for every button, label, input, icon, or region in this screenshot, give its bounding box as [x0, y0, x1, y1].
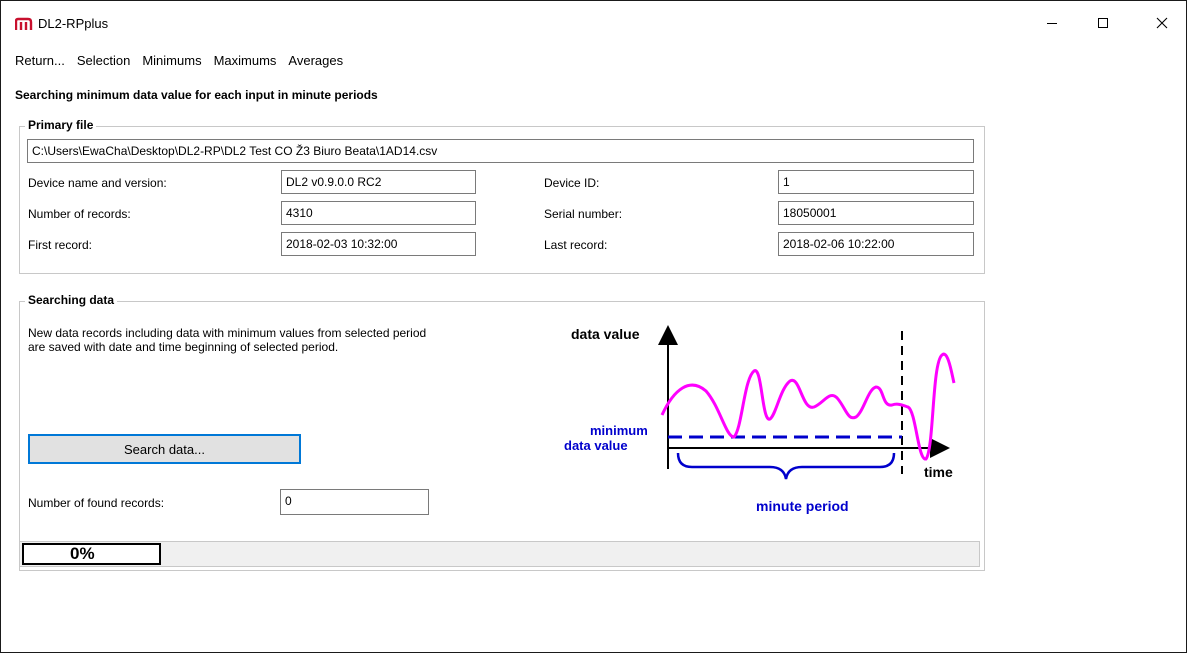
menu-bar: Return... Selection Minimums Maximums Av… — [15, 51, 355, 71]
last-record-label: Last record: — [544, 238, 608, 252]
device-id-field[interactable]: 1 — [778, 170, 974, 194]
menu-minimums[interactable]: Minimums — [142, 51, 207, 71]
minimize-icon — [1047, 23, 1057, 24]
app-window: DL2-RPplus Return... Selection Minimums … — [0, 0, 1187, 653]
y-axis-label: data value — [571, 326, 640, 342]
primary-file-title: Primary file — [25, 118, 97, 132]
description-line-2: are saved with date and time beginning o… — [28, 340, 339, 354]
maximize-button[interactable] — [1080, 1, 1126, 45]
x-axis-label: time — [924, 464, 953, 480]
period-brace — [676, 452, 896, 480]
device-id-label: Device ID: — [544, 176, 600, 190]
search-data-button[interactable]: Search data... — [28, 434, 301, 464]
window-title: DL2-RPplus — [38, 16, 109, 31]
minimize-button[interactable] — [1029, 1, 1075, 45]
menu-averages[interactable]: Averages — [288, 51, 349, 71]
minimum-period-diagram: data value time minimum data value minut… — [564, 325, 956, 514]
progress-indicator: 0% — [22, 543, 161, 565]
menu-maximums[interactable]: Maximums — [214, 51, 283, 71]
progress-bar: 0% — [19, 541, 980, 567]
close-icon — [1156, 17, 1168, 29]
device-name-field[interactable]: DL2 v0.9.0.0 RC2 — [281, 170, 476, 194]
searching-data-title: Searching data — [25, 293, 118, 307]
first-record-label: First record: — [28, 238, 93, 252]
device-name-label: Device name and version: — [28, 176, 167, 190]
page-heading: Searching minimum data value for each in… — [15, 88, 378, 102]
serial-label: Serial number: — [544, 207, 623, 221]
app-logo-icon — [15, 17, 33, 30]
title-bar: DL2-RPplus — [1, 1, 1186, 45]
records-label: Number of records: — [28, 207, 131, 221]
description-line-1: New data records including data with min… — [28, 326, 427, 340]
found-records-field[interactable]: 0 — [280, 489, 429, 515]
data-curve — [660, 352, 956, 461]
found-records-label: Number of found records: — [28, 496, 165, 510]
minimum-label-line-2: data value — [564, 438, 628, 453]
menu-return[interactable]: Return... — [15, 51, 71, 71]
search-data-button-label: Search data... — [124, 441, 205, 457]
records-field[interactable]: 4310 — [281, 201, 476, 225]
last-record-field[interactable]: 2018-02-06 10:22:00 — [778, 232, 974, 256]
period-label: minute period — [756, 498, 849, 514]
close-button[interactable] — [1139, 1, 1185, 45]
file-path-field[interactable]: C:\Users\EwaCha\Desktop\DL2-RP\DL2 Test … — [27, 139, 974, 163]
minimum-label-line-1: minimum — [590, 423, 648, 438]
serial-field[interactable]: 18050001 — [778, 201, 974, 225]
first-record-field[interactable]: 2018-02-03 10:32:00 — [281, 232, 476, 256]
menu-selection[interactable]: Selection — [77, 51, 136, 71]
maximize-icon — [1098, 18, 1108, 28]
